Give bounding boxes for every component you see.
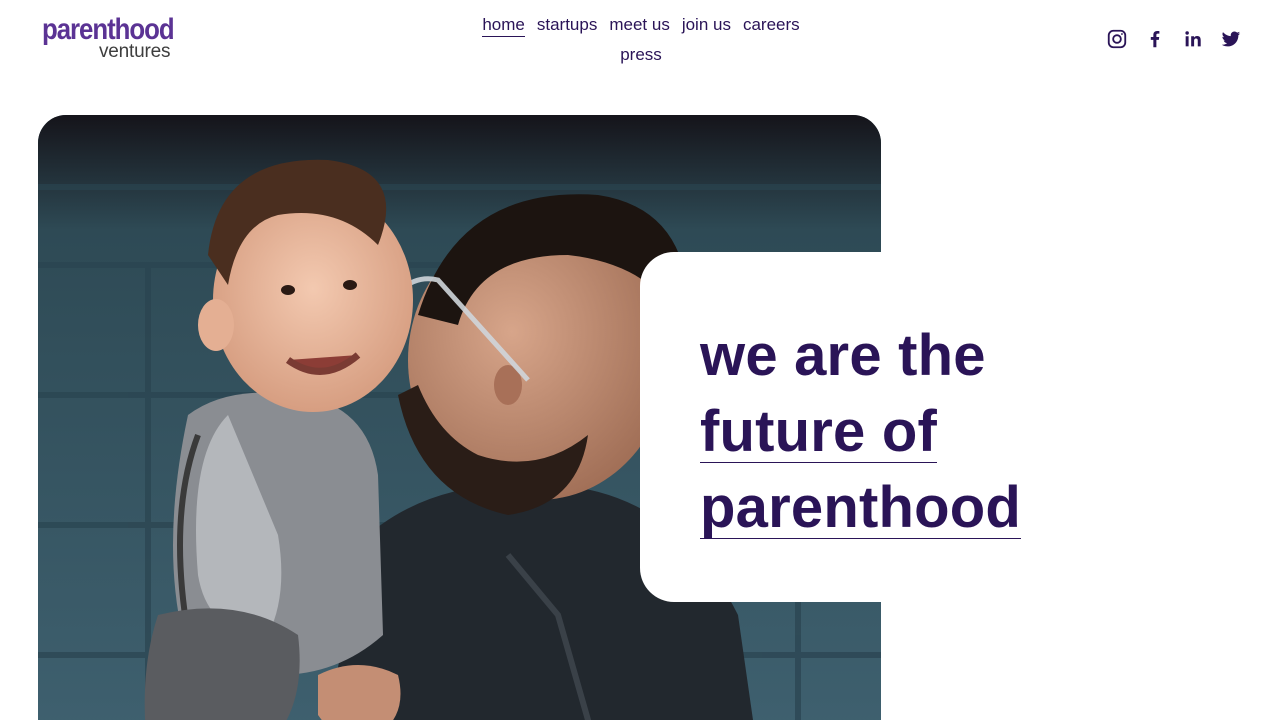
logo[interactable]: parenthood ventures — [42, 14, 182, 63]
nav-item-press[interactable]: press — [620, 44, 662, 66]
tagline-link-parenthood[interactable]: parenthood — [700, 478, 1021, 539]
tagline-line-1: we are the — [700, 323, 986, 388]
tagline-link-future-of[interactable]: future of — [700, 402, 937, 463]
nav-item-join-us[interactable]: join us — [682, 14, 731, 36]
nav-item-home[interactable]: home — [482, 14, 525, 37]
tagline-card: we are the future of parenthood — [640, 252, 1280, 602]
nav-item-startups[interactable]: startups — [537, 14, 597, 36]
nav-item-careers[interactable]: careers — [743, 14, 800, 36]
main-nav: home startups meet us join us careers press — [460, 12, 822, 68]
social-links — [1090, 28, 1242, 50]
nav-item-meet-us[interactable]: meet us — [609, 14, 669, 36]
logo-wordmark-bottom: ventures — [99, 41, 171, 62]
linkedin-icon[interactable] — [1182, 28, 1204, 50]
facebook-icon[interactable] — [1144, 28, 1166, 50]
twitter-icon[interactable] — [1220, 28, 1242, 50]
hero-tagline: we are the future of parenthood — [700, 318, 1021, 546]
instagram-icon[interactable] — [1106, 28, 1128, 50]
